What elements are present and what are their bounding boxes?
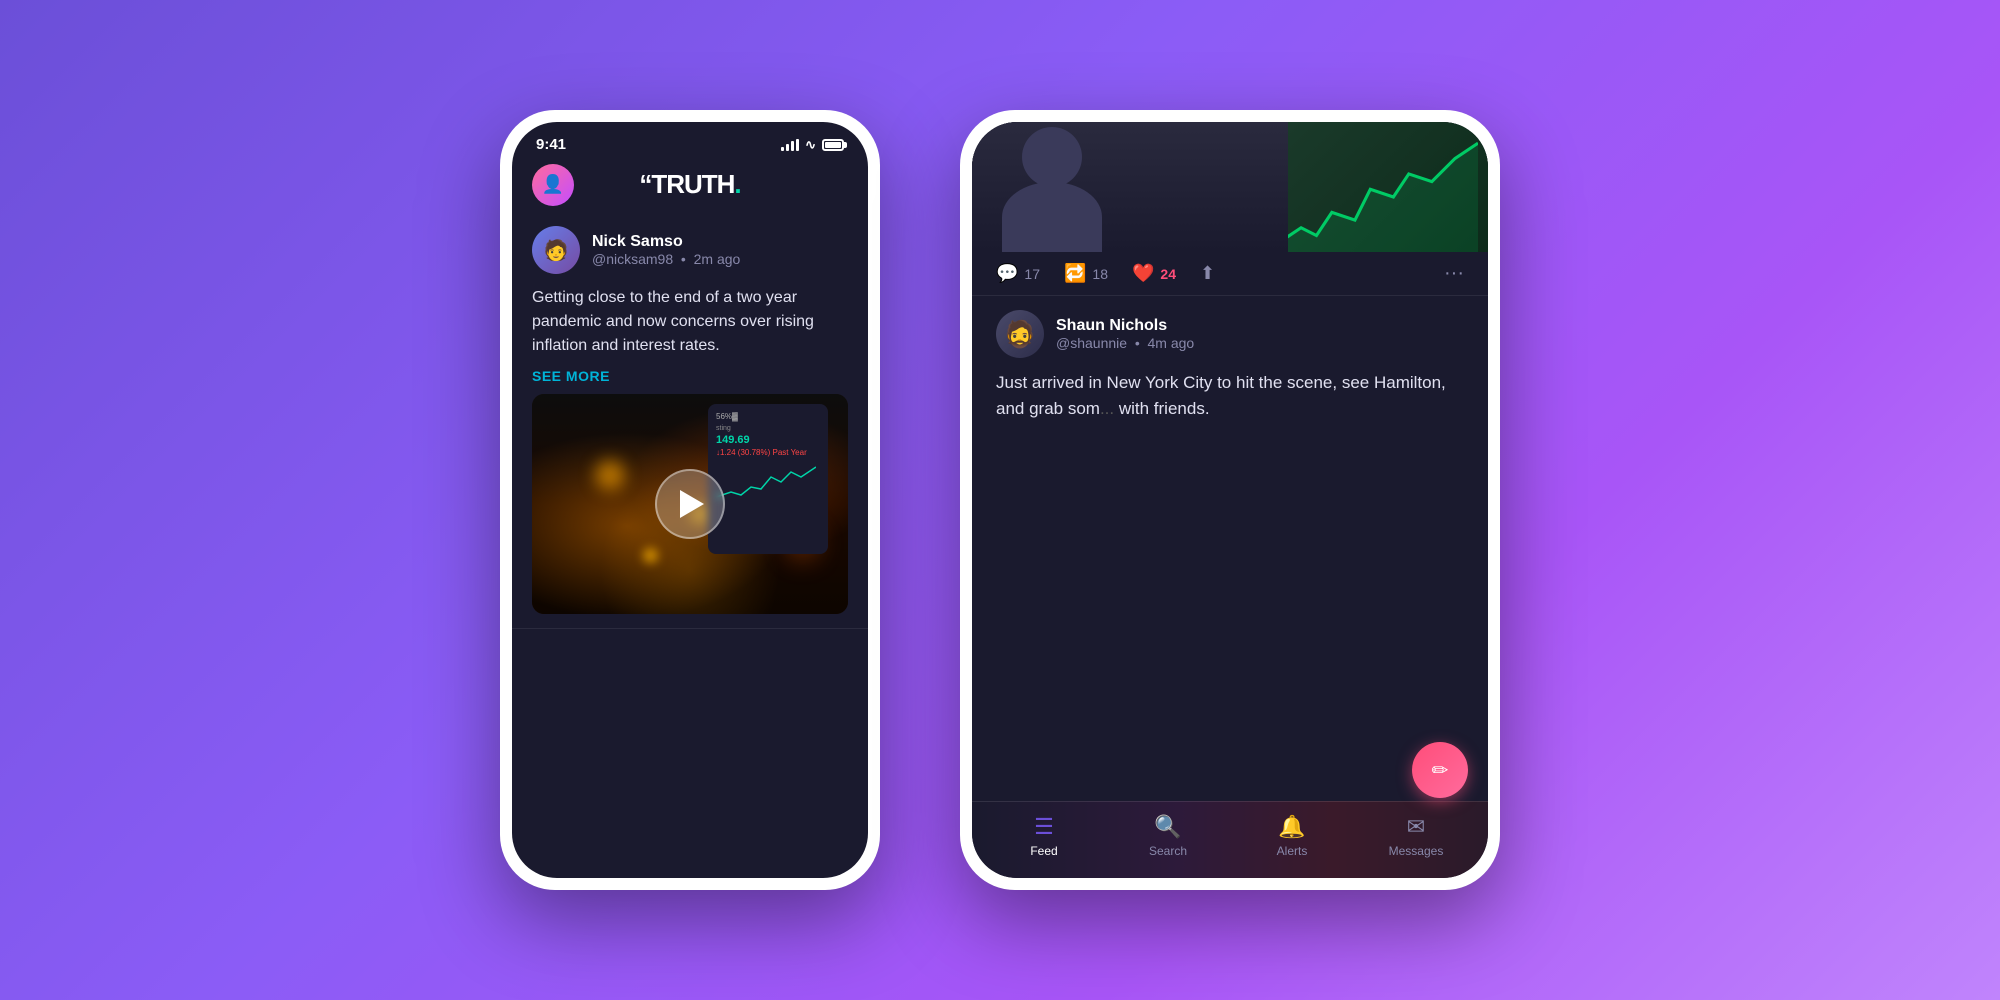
nav-search[interactable]: 🔍 Search — [1138, 814, 1198, 858]
post-1: 🧑 Nick Samso @nicksam98 • 2m ago Getting… — [512, 212, 868, 629]
post-avatar-2[interactable]: 🧔 — [996, 310, 1044, 358]
post-avatar-1[interactable]: 🧑 — [532, 226, 580, 274]
person-head — [1022, 127, 1082, 187]
green-chart-svg — [1288, 132, 1478, 252]
status-time-1: 9:41 — [536, 136, 566, 153]
alerts-icon: 🔔 — [1278, 814, 1305, 840]
post-handle-2: @shaunnie • 4m ago — [1056, 335, 1194, 351]
bokeh-1 — [595, 460, 625, 490]
post-meta-1: Nick Samso @nicksam98 • 2m ago — [592, 233, 740, 267]
overlay-price: 149.69 — [716, 434, 820, 446]
media-right-area — [1288, 122, 1488, 252]
compose-icon: ✏ — [1432, 758, 1449, 783]
nav-alerts[interactable]: 🔔 Alerts — [1262, 814, 1322, 858]
video-bg: 56%▓ sting 149.69 ↓1.24 (30.78%) Past Ye… — [532, 394, 848, 614]
battery-icon — [822, 139, 844, 151]
search-label: Search — [1149, 844, 1187, 858]
status-bar-1: 9:41 ∿ — [512, 122, 868, 161]
more-options-button[interactable]: ··· — [1444, 262, 1464, 285]
see-more-button[interactable]: SEE MORE — [532, 368, 848, 384]
feed-label: Feed — [1030, 844, 1057, 858]
post-2: 🧔 Shaun Nichols @shaunnie • 4m ago Just … — [972, 296, 1488, 445]
post-text-1: Getting close to the end of a two year p… — [532, 286, 848, 358]
status-icons-1: ∿ — [781, 137, 844, 153]
alerts-label: Alerts — [1277, 844, 1308, 858]
share-button[interactable]: ⬆ — [1200, 263, 1215, 284]
like-button[interactable]: ❤️ 24 — [1132, 263, 1176, 284]
post-handle-1: @nicksam98 • 2m ago — [592, 251, 740, 267]
stock-overlay: 56%▓ sting 149.69 ↓1.24 (30.78%) Past Ye… — [708, 404, 828, 554]
heart-icon: ❤️ — [1132, 263, 1154, 284]
overlay-chart — [716, 457, 816, 507]
overlay-change: ↓1.24 (30.78%) Past Year — [716, 448, 820, 457]
overlay-label: sting — [716, 425, 820, 432]
comment-icon: 💬 — [996, 263, 1018, 284]
messages-icon: ✉ — [1407, 814, 1425, 840]
share-icon: ⬆ — [1200, 263, 1215, 284]
search-icon: 🔍 — [1154, 814, 1181, 840]
play-triangle-icon — [680, 490, 704, 518]
bottom-nav-2: ☰ Feed 🔍 Search 🔔 Alerts ✉ Messages — [972, 801, 1488, 878]
wifi-icon: ∿ — [805, 137, 816, 153]
post-meta-2: Shaun Nichols @shaunnie • 4m ago — [1056, 317, 1194, 351]
logo-dot: . — [734, 169, 740, 199]
media-top — [972, 122, 1488, 252]
bokeh-4 — [643, 548, 658, 563]
retruth-count: 18 — [1092, 266, 1108, 282]
user-avatar-header[interactable]: 👤 — [532, 164, 574, 206]
like-count: 24 — [1160, 266, 1176, 282]
post-text-2: Just arrived in New York City to hit the… — [996, 370, 1464, 421]
comment-count: 17 — [1024, 266, 1040, 282]
retruth-button[interactable]: 🔁 18 — [1064, 263, 1108, 284]
media-image — [972, 122, 1488, 252]
nav-feed[interactable]: ☰ Feed — [1014, 814, 1074, 858]
play-button[interactable] — [655, 469, 725, 539]
video-thumbnail[interactable]: 56%▓ sting 149.69 ↓1.24 (30.78%) Past Ye… — [532, 394, 848, 614]
app-logo: “TRUTH. — [639, 169, 740, 200]
post-header-1: 🧑 Nick Samso @nicksam98 • 2m ago — [532, 226, 848, 274]
action-bar: 💬 17 🔁 18 ❤️ 24 ⬆ ··· — [972, 252, 1488, 296]
post-username-1: Nick Samso — [592, 233, 740, 251]
post-header-2: 🧔 Shaun Nichols @shaunnie • 4m ago — [996, 310, 1464, 358]
media-left-area — [972, 122, 1288, 252]
avatar-image: 👤 — [532, 164, 574, 206]
compose-button[interactable]: ✏ — [1412, 742, 1468, 798]
avatar-img-2: 🧔 — [996, 310, 1044, 358]
post-username-2: Shaun Nichols — [1056, 317, 1194, 335]
person-area — [972, 122, 1288, 252]
phone-2: 💬 17 🔁 18 ❤️ 24 ⬆ ··· — [960, 110, 1500, 890]
nav-messages[interactable]: ✉ Messages — [1386, 814, 1446, 858]
phone-1: 9:41 ∿ 👤 — [500, 110, 880, 890]
comment-button[interactable]: 💬 17 — [996, 263, 1040, 284]
messages-label: Messages — [1389, 844, 1444, 858]
avatar-img-1: 🧑 — [532, 226, 580, 274]
signal-icon — [781, 139, 799, 151]
app-header-1: 👤 “TRUTH. — [512, 161, 868, 212]
person-body — [1002, 182, 1102, 252]
overlay-status: 56%▓ — [716, 412, 820, 421]
feed-icon: ☰ — [1034, 814, 1054, 840]
retruth-icon: 🔁 — [1064, 263, 1086, 284]
